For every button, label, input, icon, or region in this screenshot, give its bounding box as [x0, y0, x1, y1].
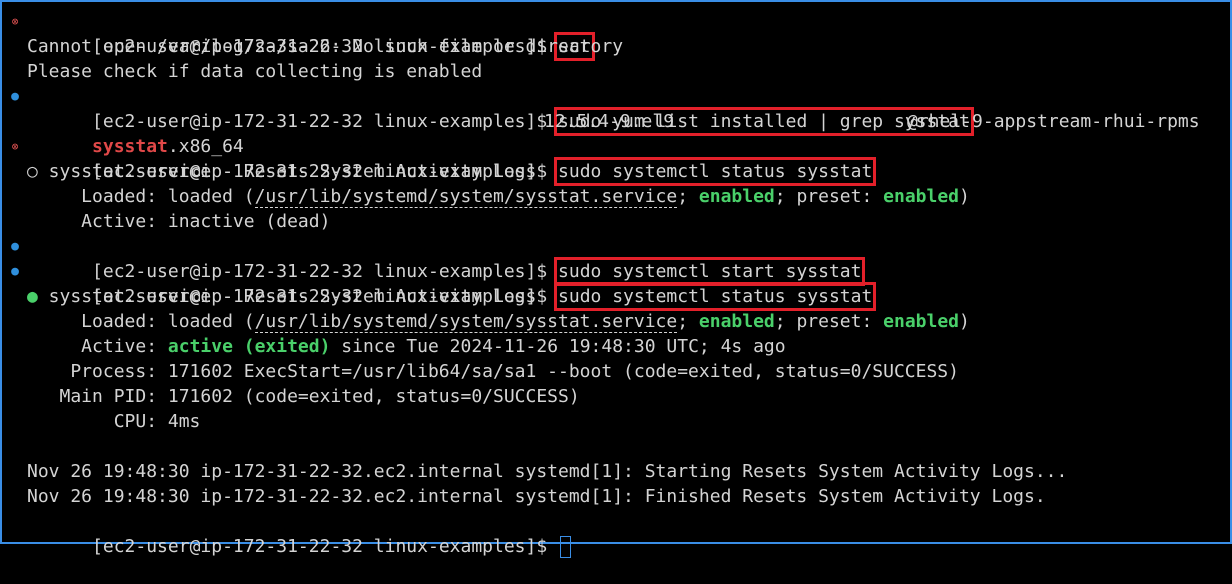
- unit-path-link[interactable]: /usr/lib/systemd/system/sysstat.service: [254, 186, 678, 208]
- package-version: 12.5.4-9.el9: [544, 111, 675, 132]
- prompt-line-sar: ⊗ [ec2-user@ip-172-31-22-32 linux-example…: [2, 9, 1230, 61]
- active-state: active (exited): [167, 336, 331, 357]
- success-mark-icon: ●: [11, 239, 19, 254]
- loaded-line: Loaded: loaded (/usr/lib/systemd/system/…: [2, 184, 1230, 209]
- preset-label: ; preset:: [774, 311, 884, 332]
- preset-state: enabled: [883, 186, 959, 207]
- loaded-line: Loaded: loaded (/usr/lib/systemd/system/…: [2, 309, 1230, 334]
- preset-state: enabled: [883, 311, 959, 332]
- enabled-state: enabled: [698, 186, 775, 207]
- close-paren: ): [959, 311, 970, 332]
- enabled-state: enabled: [698, 311, 775, 332]
- prompt-line-yum: ● [ec2-user@ip-172-31-22-32 linux-example…: [2, 84, 1230, 136]
- cursor-icon[interactable]: [560, 536, 572, 558]
- process-line: Process: 171602 ExecStart=/usr/lib64/sa/…: [27, 361, 959, 382]
- journal-line: Nov 26 19:48:30 ip-172-31-22-32.ec2.inte…: [27, 486, 1046, 507]
- active-since: since Tue 2024-11-26 19:48:30 UTC; 4s ag…: [330, 336, 786, 357]
- service-title: ○ sysstat.service - Resets System Activi…: [2, 159, 1230, 184]
- main-pid-line: Main PID: 171602 (code=exited, status=0/…: [27, 386, 580, 407]
- success-mark-icon: ●: [11, 89, 19, 104]
- prompt-line-status2: ● [ec2-user@ip-172-31-22-32 linux-example…: [2, 259, 1230, 311]
- terminal-window: ⊗ [ec2-user@ip-172-31-22-32 linux-example…: [0, 0, 1232, 558]
- prompt-line-start: ● [ec2-user@ip-172-31-22-32 linux-example…: [2, 234, 1230, 286]
- package-repo: @rhel-9-appstream-rhui-rpms: [907, 111, 1200, 132]
- success-mark-icon: ●: [11, 264, 19, 279]
- unit-path-link[interactable]: /usr/lib/systemd/system/sysstat.service: [254, 311, 678, 333]
- service-title-text: sysstat.service - Resets System Activity…: [37, 286, 537, 307]
- active-line: Active: active (exited) since Tue 2024-1…: [2, 334, 1230, 359]
- separator: ;: [677, 186, 699, 207]
- close-paren: ): [959, 186, 970, 207]
- prompt-line-status1: ⊗ [ec2-user@ip-172-31-22-32 linux-example…: [2, 134, 1230, 186]
- prompt-line-current[interactable]: [ec2-user@ip-172-31-22-32 linux-examples…: [2, 509, 1230, 558]
- output-line: Cannot open /var/log/sa/sa26: No such fi…: [27, 36, 624, 57]
- journal-line: Nov 26 19:48:30 ip-172-31-22-32.ec2.inte…: [27, 461, 1068, 482]
- active-bullet-icon: ●: [27, 286, 38, 307]
- loaded-label: Loaded: loaded (: [27, 186, 255, 207]
- preset-label: ; preset:: [774, 186, 884, 207]
- cpu-line: CPU: 4ms: [27, 411, 201, 432]
- inactive-bullet-icon: ○: [27, 161, 38, 182]
- terminal-output: ⊗ [ec2-user@ip-172-31-22-32 linux-example…: [2, 9, 1230, 558]
- error-mark-icon: ⊗: [11, 140, 19, 153]
- active-label: Active:: [27, 336, 168, 357]
- package-row: sysstat.x86_64 12.5.4-9.el9 @rhel-9-appstr…: [2, 109, 1230, 157]
- active-line: Active: inactive (dead): [27, 211, 331, 232]
- error-mark-icon: ⊗: [11, 15, 19, 28]
- loaded-label: Loaded: loaded (: [27, 311, 255, 332]
- service-title: ● sysstat.service - Resets System Activi…: [2, 284, 1230, 309]
- service-title-text: sysstat.service - Resets System Activity…: [37, 161, 537, 182]
- separator: ;: [677, 311, 699, 332]
- output-line: Please check if data collecting is enabl…: [27, 61, 483, 82]
- prompt: [ec2-user@ip-172-31-22-32 linux-examples…: [92, 536, 559, 557]
